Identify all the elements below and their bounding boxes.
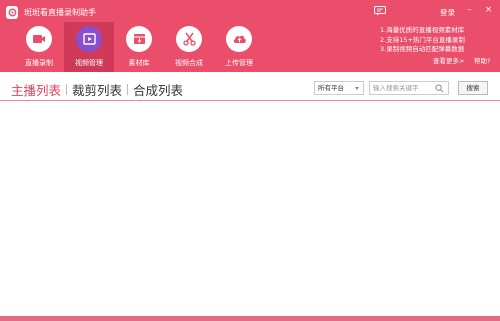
nav-item-material-library[interactable]: 素材库: [114, 22, 164, 72]
header-bar: 斑斑看直播录制助手 登录 – × 直播录制 视频管理 素材库 视频合成 上传管理…: [0, 0, 500, 72]
nav-item-upload-manage[interactable]: 上传管理: [214, 22, 264, 72]
chevron-down-icon: [355, 87, 359, 90]
video-manage-icon: [82, 33, 96, 45]
promo-line: 2.支持15+热门平台直播录制: [380, 35, 465, 44]
tab-divider: [127, 84, 129, 95]
app-logo-icon: [6, 5, 18, 19]
material-library-icon: [133, 34, 145, 44]
tab-clip-list[interactable]: 裁剪列表: [72, 80, 122, 99]
platform-select-value: 所有平台: [318, 84, 344, 92]
main-nav: 直播录制 视频管理 素材库 视频合成 上传管理: [14, 22, 264, 72]
tab-streamer-list[interactable]: 主播列表: [11, 80, 61, 99]
list-tabs: 主播列表 裁剪列表 合成列表: [11, 80, 183, 99]
close-button[interactable]: ×: [484, 6, 493, 15]
search-icon[interactable]: [435, 84, 444, 93]
search-box: [369, 81, 449, 95]
login-link[interactable]: 登录: [440, 7, 455, 18]
nav-item-video-compose[interactable]: 视频合成: [164, 22, 214, 72]
video-record-icon: [33, 35, 45, 43]
platform-select[interactable]: 所有平台: [314, 81, 364, 95]
nav-label: 直播录制: [25, 59, 53, 67]
scissors-icon: [182, 32, 196, 46]
minimize-button[interactable]: –: [465, 6, 474, 15]
nav-label: 上传管理: [225, 59, 253, 67]
title-row: 斑斑看直播录制助手: [6, 5, 96, 19]
nav-item-live-record[interactable]: 直播录制: [14, 22, 64, 72]
promo-line: 1.海量优质的直播视频素材库: [380, 26, 465, 34]
message-icon[interactable]: [374, 6, 386, 16]
promo-text: 1.海量优质的直播视频素材库 2.支持15+热门平台直播录制 3.录制视频自动匹…: [380, 26, 465, 55]
promo-line: 3.录制视频自动匹配弹幕数据: [380, 45, 465, 53]
view-more-link[interactable]: 查看更多>: [433, 55, 464, 65]
app-title: 斑斑看直播录制助手: [24, 7, 96, 17]
cloud-upload-icon: [233, 35, 246, 43]
nav-label: 视频管理: [75, 59, 103, 67]
nav-label: 素材库: [128, 59, 150, 67]
search-input[interactable]: [370, 82, 432, 94]
help-link[interactable]: 帮助?: [474, 55, 490, 65]
list-content-area: [0, 101, 500, 316]
bottom-bar: [0, 316, 500, 321]
tab-divider: [66, 84, 68, 95]
nav-item-video-manage[interactable]: 视频管理: [64, 22, 114, 72]
nav-label: 视频合成: [175, 59, 203, 67]
search-button[interactable]: 搜索: [458, 81, 488, 95]
tab-compose-list[interactable]: 合成列表: [133, 80, 183, 99]
